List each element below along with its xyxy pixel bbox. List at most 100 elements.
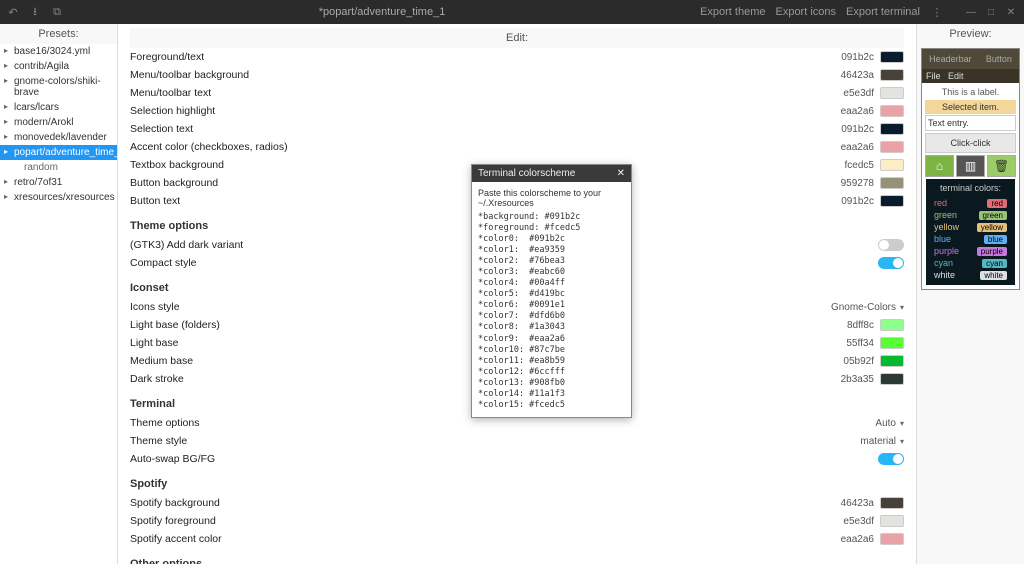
color-label: Menu/toolbar background: [130, 69, 834, 81]
color-swatch[interactable]: [880, 69, 904, 81]
term-color-name: yellow: [934, 222, 959, 232]
preset-item[interactable]: popart/adventure_time_1: [0, 145, 117, 160]
preset-item[interactable]: xresources/xresources: [0, 190, 117, 205]
edit-header: Edit:: [130, 28, 904, 48]
add-dark-toggle[interactable]: [878, 239, 904, 251]
color-swatch[interactable]: [880, 123, 904, 135]
dialog-hint: Paste this colorscheme to your ~/.Xresou…: [478, 188, 625, 208]
color-swatch[interactable]: [880, 319, 904, 331]
color-swatch[interactable]: [880, 159, 904, 171]
presets-sidebar: Presets: base16/3024.ymlcontrib/Agilagno…: [0, 24, 118, 564]
color-hex: fcedc5: [834, 160, 880, 171]
color-label: Foreground/text: [130, 51, 834, 63]
term-theme-dropdown[interactable]: material: [860, 436, 900, 447]
preset-item[interactable]: modern/Arokl: [0, 115, 117, 130]
export-icons-button[interactable]: Export icons: [775, 6, 836, 18]
color-swatch[interactable]: [880, 141, 904, 153]
preset-item[interactable]: contrib/Agila: [0, 59, 117, 74]
minimize-icon[interactable]: —: [964, 5, 978, 19]
home-icon: ⌂: [925, 155, 954, 177]
pv-text-entry: Text entry.: [925, 115, 1016, 131]
preview-panel: Preview: Headerbar Button File Edit This…: [916, 24, 1024, 564]
term-color-name: purple: [934, 246, 959, 256]
color-swatch[interactable]: [880, 515, 904, 527]
save-icon[interactable]: ⭳: [28, 5, 42, 19]
color-swatch[interactable]: [880, 87, 904, 99]
color-hex: 46423a: [834, 498, 880, 509]
term-color-name: red: [934, 198, 947, 208]
undo-icon[interactable]: ↶: [6, 5, 20, 19]
preset-item[interactable]: monovedek/lavender: [0, 130, 117, 145]
preset-item[interactable]: gnome-colors/shiki-brave: [0, 74, 117, 100]
dialog-title: Terminal colorscheme: [478, 168, 575, 179]
term-color-swatch: cyan: [982, 259, 1007, 268]
color-swatch[interactable]: [880, 533, 904, 545]
color-hex: 091b2c: [834, 196, 880, 207]
preview-header: Preview:: [917, 24, 1024, 44]
color-hex: 05b92f: [834, 356, 880, 367]
trash-icon: 🗑: [987, 155, 1016, 177]
color-swatch[interactable]: [880, 337, 904, 349]
color-swatch[interactable]: [880, 195, 904, 207]
color-label: Spotify accent color: [130, 533, 834, 545]
icons-style-dropdown[interactable]: Gnome-Colors: [831, 302, 900, 313]
pv-file-menu: File: [926, 71, 941, 81]
chevron-down-icon[interactable]: ▾: [900, 419, 904, 428]
color-swatch[interactable]: [880, 51, 904, 63]
auto-swap-toggle[interactable]: [878, 453, 904, 465]
export-theme-button[interactable]: Export theme: [700, 6, 765, 18]
term-color-name: green: [934, 210, 957, 220]
term-color-swatch: green: [979, 211, 1007, 220]
copy-icon[interactable]: ⧉: [50, 5, 64, 19]
preview-headerbar: Headerbar Button: [922, 49, 1019, 69]
color-hex: 959278: [834, 178, 880, 189]
color-hex: 46423a: [834, 70, 880, 81]
term-opts-label: Theme options: [130, 417, 875, 429]
auto-swap-label: Auto-swap BG/FG: [130, 453, 878, 465]
term-color-name: white: [934, 270, 955, 280]
menu-icon[interactable]: ⋮: [930, 5, 944, 19]
color-swatch[interactable]: [880, 373, 904, 385]
preview-menubar: File Edit: [922, 69, 1019, 83]
pv-selected: Selected item.: [925, 100, 1016, 114]
terminal-colors-preview: terminal colors: red red green green yellow y…: [926, 179, 1015, 285]
color-hex: e5e3df: [834, 88, 880, 99]
color-hex: 091b2c: [834, 52, 880, 63]
term-style-label: Theme style: [130, 435, 860, 447]
dialog-close-icon[interactable]: ✕: [617, 168, 625, 179]
window-title: *popart/adventure_time_1: [64, 6, 700, 18]
spotify-header: Spotify: [130, 478, 904, 490]
term-colors-title: terminal colors:: [930, 183, 1011, 193]
pv-edit-menu: Edit: [948, 71, 964, 81]
desktop-icon: ▥: [956, 155, 985, 177]
color-hex: 2b3a35: [834, 374, 880, 385]
pv-headerbar-label: Headerbar: [929, 54, 972, 64]
preset-item[interactable]: base16/3024.yml: [0, 44, 117, 59]
preset-item[interactable]: retro/7of31: [0, 175, 117, 190]
color-swatch[interactable]: [880, 355, 904, 367]
chevron-down-icon[interactable]: ▾: [900, 303, 904, 312]
color-hex: eaa2a6: [834, 106, 880, 117]
preset-item[interactable]: random: [0, 160, 117, 175]
color-swatch[interactable]: [880, 497, 904, 509]
term-color-swatch: red: [987, 199, 1007, 208]
color-hex: 55ff34: [834, 338, 880, 349]
color-label: Spotify foreground: [130, 515, 834, 527]
term-opts-dropdown[interactable]: Auto: [875, 418, 900, 429]
term-color-swatch: purple: [977, 247, 1007, 256]
chevron-down-icon[interactable]: ▾: [900, 437, 904, 446]
close-icon[interactable]: ✕: [1004, 5, 1018, 19]
preset-item[interactable]: lcars/lcars: [0, 100, 117, 115]
term-color-name: blue: [934, 234, 951, 244]
color-swatch[interactable]: [880, 105, 904, 117]
terminal-colorscheme-dialog: Terminal colorscheme ✕ Paste this colors…: [471, 164, 632, 418]
dialog-xresources[interactable]: *background: #091b2c *foreground: #fcedc…: [478, 212, 625, 411]
color-swatch[interactable]: [880, 177, 904, 189]
color-label: Selection text: [130, 123, 834, 135]
maximize-icon[interactable]: □: [984, 5, 998, 19]
term-color-swatch: yellow: [977, 223, 1007, 232]
term-color-swatch: white: [980, 271, 1007, 280]
color-hex: 8dff8c: [834, 320, 880, 331]
compact-toggle[interactable]: [878, 257, 904, 269]
export-terminal-button[interactable]: Export terminal: [846, 6, 920, 18]
